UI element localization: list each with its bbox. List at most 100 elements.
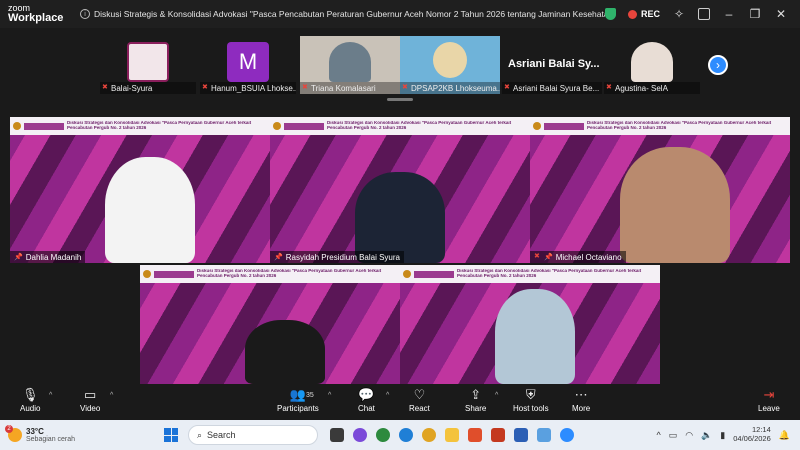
battery-icon[interactable]: ▮: [720, 430, 725, 441]
app-icon[interactable]: [468, 428, 482, 442]
video-camera-icon: ▭: [84, 387, 97, 402]
leave-door-icon: ⇥: [763, 387, 775, 402]
system-clock[interactable]: 12:14 04/06/2026: [733, 426, 771, 443]
weather-widget[interactable]: 2 33°C Sebagian cerah: [0, 425, 150, 443]
participant-thumb[interactable]: ✖ Agustina- SelA: [604, 36, 700, 94]
tray-expand-icon[interactable]: ^: [656, 430, 660, 440]
chat-button[interactable]: 💬 Chat: [358, 388, 375, 414]
tile-namebar: 📌 Dahlia Madanih: [10, 251, 86, 263]
banner-label: [154, 270, 194, 278]
speaker-icon[interactable]: 🔈: [701, 430, 712, 441]
system-tray: ^ ▭ ◠ 🔈 ▮ 12:14 04/06/2026 🔔: [656, 426, 800, 443]
recording-indicator[interactable]: REC: [627, 9, 660, 19]
maximize-button[interactable]: ❐: [748, 7, 762, 21]
view-layout-icon[interactable]: [698, 8, 710, 20]
video-tile[interactable]: Diskusi Strategis dan Konsolidasi Advoka…: [400, 265, 660, 384]
wifi-icon[interactable]: ◠: [685, 430, 693, 441]
edge-icon[interactable]: [399, 428, 413, 442]
photos-icon[interactable]: [537, 428, 551, 442]
participant-thumb[interactable]: ✖ Balai-Syura: [100, 36, 196, 94]
close-button[interactable]: ✕: [774, 7, 788, 21]
participant-namebar: ✖ Balai-Syura: [100, 82, 196, 94]
react-button[interactable]: ♡ React: [409, 388, 430, 414]
host-tools-button[interactable]: ⛨ Host tools: [513, 388, 549, 414]
host-tools-label: Host tools: [513, 404, 549, 413]
info-icon[interactable]: i: [80, 9, 90, 19]
file-explorer-icon[interactable]: [445, 428, 459, 442]
participant-name: Triana Komalasari: [311, 83, 376, 93]
share-options-caret-icon[interactable]: ^: [495, 392, 498, 399]
more-dots-icon: ⋯: [574, 387, 588, 402]
taskbar-search[interactable]: ⌕ Search: [188, 425, 318, 445]
chrome-profile-icon[interactable]: [422, 428, 436, 442]
tile-participant-name: Michael Octaviano: [555, 252, 622, 262]
participant-strip: ✖ Balai-Syura M ✖ Hanum_BSUIA Lhokse... …: [0, 36, 800, 96]
video-button[interactable]: ▭ Video: [80, 387, 100, 414]
share-button[interactable]: ⇪ Share: [465, 388, 487, 414]
participant-thumb[interactable]: M ✖ Hanum_BSUIA Lhokse...: [200, 36, 296, 94]
notification-badge: 2: [5, 425, 13, 433]
audio-options-caret-icon[interactable]: ^: [49, 392, 52, 399]
event-banner: Diskusi Strategis dan Konsolidasi Advoka…: [140, 265, 400, 283]
participant-thumb[interactable]: Asriani Balai Sy... ✖ Asriani Balai Syur…: [502, 36, 602, 94]
next-page-chevron-icon[interactable]: ›: [708, 55, 728, 75]
participants-options-caret-icon[interactable]: ^: [328, 392, 331, 399]
windows-start-icon[interactable]: [164, 428, 178, 442]
cartoon-avatar: [433, 42, 467, 78]
notifications-bell-icon[interactable]: 🔔: [779, 430, 790, 441]
teams-chat-icon[interactable]: [353, 428, 367, 442]
organization-logo-avatar: [127, 42, 169, 82]
tile-namebar: 📌 Rasyidah Presidium Balai Syura: [270, 251, 404, 263]
participant-namebar: ✖ Asriani Balai Syura Be...: [502, 82, 602, 94]
share-label: Share: [465, 404, 487, 413]
powerpoint-icon[interactable]: [491, 428, 505, 442]
video-tile[interactable]: Diskusi Strategis dan Konsolidasi Advoka…: [140, 265, 400, 384]
event-banner: Diskusi Strategis dan Konsolidasi Advoka…: [400, 265, 660, 283]
chrome-icon[interactable]: [376, 428, 390, 442]
leave-button[interactable]: ⇥ Leave: [758, 387, 780, 414]
video-tile[interactable]: Diskusi Strategis dan Konsolidasi Advoka…: [270, 117, 530, 263]
zoom-window: zoom Workplace i Diskusi Strategis & Kon…: [0, 0, 800, 450]
security-shield-icon[interactable]: [604, 8, 616, 20]
participant-name: Balai-Syura: [111, 83, 153, 93]
zoom-app-icon[interactable]: [560, 428, 574, 442]
minimize-button[interactable]: –: [722, 7, 736, 21]
task-view-icon[interactable]: [330, 428, 344, 442]
weather-desc: Sebagian cerah: [26, 436, 76, 443]
audio-button[interactable]: 🎙 Audio: [20, 388, 41, 414]
participant-name: Asriani Balai Syura Be...: [513, 83, 600, 93]
zoom-brand: zoom Workplace: [0, 4, 80, 24]
participant-person: [620, 147, 730, 263]
participant-person: [105, 157, 195, 263]
tile-participant-name: Rasyidah Presidium Balai Syura: [285, 252, 400, 262]
meeting-toolbar: 🎙 Audio ^ ▭ Video ^ 👥 Participants 35 ^ …: [0, 384, 800, 420]
banner-label: [284, 122, 324, 130]
participant-namebar: ✖ DPSAP2KB Lhokseuma...: [400, 82, 500, 94]
video-options-caret-icon[interactable]: ^: [110, 392, 113, 399]
chat-options-caret-icon[interactable]: ^: [386, 392, 389, 399]
ai-companion-icon[interactable]: ✧: [672, 7, 686, 21]
participant-name: Agustina- SelA: [615, 83, 668, 93]
video-tile[interactable]: Diskusi Strategis dan Konsolidasi Advoka…: [10, 117, 270, 263]
participant-thumb[interactable]: ✖ DPSAP2KB Lhokseuma...: [400, 36, 500, 94]
brand-workplace: Workplace: [8, 12, 64, 24]
weather-temp: 33°C: [26, 427, 44, 436]
audio-label: Audio: [20, 404, 41, 413]
more-label: More: [572, 404, 591, 413]
banner-text: Diskusi Strategis dan Konsolidasi Advoka…: [197, 269, 382, 278]
display-icon[interactable]: ▭: [669, 430, 678, 441]
taskbar-apps: [330, 428, 574, 442]
participant-thumb[interactable]: ✖ Triana Komalasari: [300, 36, 400, 94]
strip-resize-handle[interactable]: [387, 98, 413, 101]
more-button[interactable]: ⋯ More: [572, 387, 591, 414]
banner-text: Diskusi Strategis dan Konsolidasi Advoka…: [67, 121, 252, 130]
weather-sun-icon: 2: [5, 425, 22, 442]
rec-label: REC: [640, 9, 660, 19]
participant-namebar: ✖ Agustina- SelA: [604, 82, 700, 94]
banner-label: [24, 122, 64, 130]
meeting-title-area[interactable]: i Diskusi Strategis & Konsolidasi Advoka…: [80, 9, 605, 19]
record-dot-icon: [627, 9, 637, 19]
react-label: React: [409, 404, 430, 413]
word-icon[interactable]: [514, 428, 528, 442]
video-tile[interactable]: Diskusi Strategis dan Konsolidasi Advoka…: [530, 117, 790, 263]
